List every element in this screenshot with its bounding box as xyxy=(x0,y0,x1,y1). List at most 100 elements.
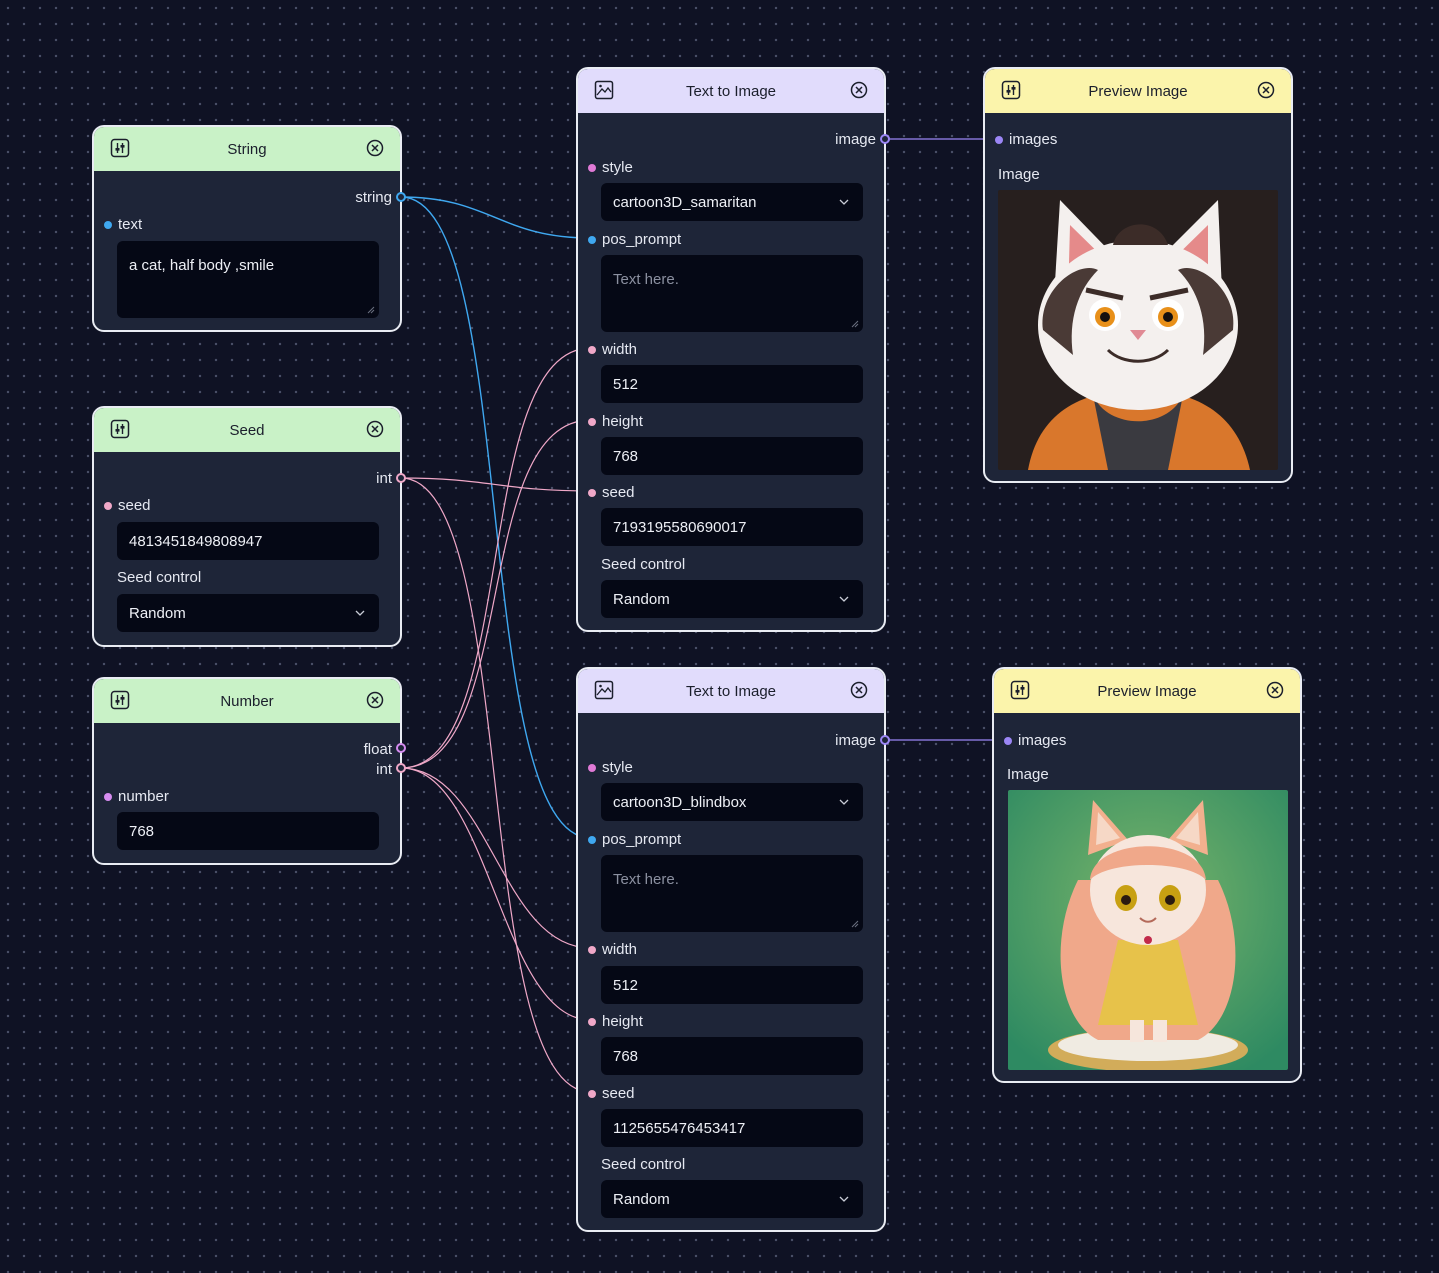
output-label-int: int xyxy=(376,470,392,487)
node-header[interactable]: Number xyxy=(94,679,400,723)
pos-prompt-textarea[interactable]: Text here. xyxy=(601,255,863,332)
preview-image-cat xyxy=(998,190,1278,470)
input-label-height: height xyxy=(588,413,643,430)
string-node[interactable]: String string text a cat, half body ,smi… xyxy=(92,125,402,332)
seed-node[interactable]: Seed int seed 4813451849808947 Seed cont… xyxy=(92,406,402,647)
port-dot[interactable] xyxy=(588,345,596,354)
port-dot[interactable] xyxy=(588,763,596,772)
port-dot[interactable] xyxy=(588,1017,596,1026)
width-input[interactable]: 512 xyxy=(601,966,863,1004)
input-label-number: number xyxy=(104,788,169,805)
port-dot[interactable] xyxy=(588,835,596,844)
close-icon[interactable] xyxy=(1257,81,1275,99)
node-title: Number xyxy=(220,692,274,710)
node-header[interactable]: String xyxy=(94,127,400,171)
input-label-images: images xyxy=(1004,732,1066,749)
chevron-down-icon xyxy=(355,610,365,616)
node-header[interactable]: Preview Image xyxy=(994,669,1300,713)
text-textarea[interactable]: a cat, half body ,smile xyxy=(117,241,379,318)
close-icon[interactable] xyxy=(366,139,384,157)
image-icon xyxy=(594,680,614,700)
port-dot[interactable] xyxy=(1004,736,1012,745)
edge-string-to-posprompt-1 xyxy=(400,196,592,239)
image-label: Image xyxy=(1007,766,1049,783)
seed-control-label: Seed control xyxy=(601,556,686,573)
close-icon[interactable] xyxy=(366,420,384,438)
image-icon xyxy=(594,80,614,100)
input-label-seed: seed xyxy=(104,497,151,514)
input-label-seed: seed xyxy=(588,1085,635,1102)
seed-control-select[interactable]: Random xyxy=(117,594,379,632)
preview-image-node-2[interactable]: Preview Image images Image xyxy=(992,667,1302,1083)
node-header[interactable]: Seed xyxy=(94,408,400,452)
node-header[interactable]: Preview Image xyxy=(985,69,1291,113)
port-dot[interactable] xyxy=(104,501,112,510)
number-node[interactable]: Number float int number 768 xyxy=(92,677,402,865)
edge-seed-to-seed-1 xyxy=(400,477,592,492)
sliders-icon xyxy=(110,138,130,158)
port-dot[interactable] xyxy=(588,163,596,172)
sliders-icon xyxy=(110,419,130,439)
preview-image-node-1[interactable]: Preview Image images Image xyxy=(983,67,1293,483)
node-title: String xyxy=(227,140,267,158)
port-dot[interactable] xyxy=(104,220,112,229)
text-value: a cat, half body ,smile xyxy=(129,257,275,274)
seed-control-label: Seed control xyxy=(117,569,202,586)
input-label-pos-prompt: pos_prompt xyxy=(588,231,681,248)
node-title: Preview Image xyxy=(1088,82,1188,100)
chevron-down-icon xyxy=(839,1196,849,1202)
close-icon[interactable] xyxy=(1266,681,1284,699)
close-icon[interactable] xyxy=(366,691,384,709)
style-select[interactable]: cartoon3D_samaritan xyxy=(601,183,863,221)
output-label-int: int xyxy=(376,761,392,778)
node-header[interactable]: Text to Image xyxy=(578,669,884,713)
resize-grip-icon[interactable] xyxy=(851,320,859,328)
seed-control-select[interactable]: Random xyxy=(601,1180,863,1218)
node-header[interactable]: Text to Image xyxy=(578,69,884,113)
edge-string-to-posprompt-2 xyxy=(400,196,592,839)
port-dot[interactable] xyxy=(104,792,112,801)
output-label-image: image xyxy=(835,732,876,749)
height-input[interactable]: 768 xyxy=(601,437,863,475)
edge-seed-to-seed-2 xyxy=(400,477,592,1093)
pos-prompt-textarea[interactable]: Text here. xyxy=(601,855,863,932)
image-label: Image xyxy=(998,166,1040,183)
seed-input[interactable]: 7193195580690017 xyxy=(601,508,863,546)
resize-grip-icon[interactable] xyxy=(851,920,859,928)
seed-input[interactable]: 1125655476453417 xyxy=(601,1109,863,1147)
output-label-float: float xyxy=(363,741,392,758)
output-label-string: string xyxy=(355,189,392,206)
port-dot[interactable] xyxy=(588,1089,596,1098)
text-to-image-node-1[interactable]: Text to Image image style cartoon3D_sama… xyxy=(576,67,886,632)
input-label-text: text xyxy=(104,216,142,233)
input-label-seed: seed xyxy=(588,484,635,501)
seed-input[interactable]: 4813451849808947 xyxy=(117,522,379,560)
seed-control-select[interactable]: Random xyxy=(601,580,863,618)
chevron-down-icon xyxy=(839,596,849,602)
close-icon[interactable] xyxy=(850,81,868,99)
port-dot[interactable] xyxy=(588,235,596,244)
node-title: Preview Image xyxy=(1097,682,1197,700)
input-label-width: width xyxy=(588,941,637,958)
sliders-icon xyxy=(1001,80,1021,100)
sliders-icon xyxy=(1010,680,1030,700)
port-dot[interactable] xyxy=(588,488,596,497)
chevron-down-icon xyxy=(839,799,849,805)
height-input[interactable]: 768 xyxy=(601,1037,863,1075)
input-label-style: style xyxy=(588,159,633,176)
chevron-down-icon xyxy=(839,199,849,205)
sliders-icon xyxy=(110,690,130,710)
port-dot[interactable] xyxy=(588,945,596,954)
close-icon[interactable] xyxy=(850,681,868,699)
text-to-image-node-2[interactable]: Text to Image image style cartoon3D_blin… xyxy=(576,667,886,1232)
port-dot[interactable] xyxy=(995,135,1003,144)
preview-image-chibi-cat-girl xyxy=(1008,790,1288,1070)
width-input[interactable]: 512 xyxy=(601,365,863,403)
output-label-image: image xyxy=(835,131,876,148)
number-input[interactable]: 768 xyxy=(117,812,379,850)
node-title: Text to Image xyxy=(685,82,777,100)
resize-grip-icon[interactable] xyxy=(367,306,375,314)
input-label-height: height xyxy=(588,1013,643,1030)
style-select[interactable]: cartoon3D_blindbox xyxy=(601,783,863,821)
port-dot[interactable] xyxy=(588,417,596,426)
